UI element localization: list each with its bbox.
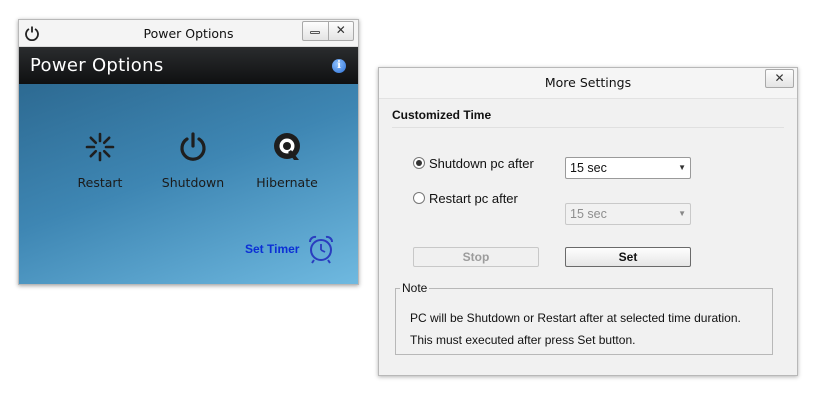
minimize-icon [310, 31, 320, 34]
section-divider [392, 127, 784, 128]
close-icon: ✕ [774, 71, 785, 85]
dropdown-arrow-icon: ▼ [678, 209, 686, 218]
restart-time-value: 15 sec [570, 207, 607, 221]
shutdown-option[interactable]: Shutdown [148, 129, 238, 190]
close-button[interactable]: ✕ [329, 22, 354, 40]
window-controls: ✕ [302, 21, 354, 41]
shutdown-label: Shutdown [161, 175, 225, 190]
minimize-button[interactable] [303, 22, 329, 40]
close-icon: ✕ [335, 23, 346, 37]
hibernate-icon [274, 133, 300, 160]
header-title: Power Options [30, 55, 164, 76]
shutdown-radio[interactable] [413, 157, 425, 169]
alarm-clock-icon[interactable] [306, 234, 336, 264]
shutdown-time-select[interactable]: 15 sec ▼ [565, 157, 691, 179]
close-button[interactable]: ✕ [765, 69, 794, 88]
power-options-window: Power Options ✕ Power Options i Restart … [18, 19, 359, 285]
note-legend: Note [400, 281, 430, 295]
info-icon[interactable]: i [332, 59, 346, 73]
more-settings-window: More Settings ✕ Customized Time Shutdown… [378, 67, 798, 376]
set-button[interactable]: Set [565, 247, 691, 267]
restart-radio-label: Restart pc after [429, 191, 518, 206]
note-text-line-1: PC will be Shutdown or Restart after at … [410, 311, 741, 325]
shutdown-radio-option[interactable]: Shutdown pc after [413, 156, 534, 171]
shutdown-radio-label: Shutdown pc after [429, 156, 534, 171]
restart-time-select[interactable]: 15 sec ▼ [565, 203, 691, 225]
stop-button[interactable]: Stop [413, 247, 539, 267]
title-bar: More Settings ✕ [379, 68, 797, 99]
note-group: Note PC will be Shutdown or Restart afte… [395, 281, 773, 355]
set-timer-link[interactable]: Set Timer [245, 242, 299, 256]
hibernate-option[interactable]: Hibernate [242, 129, 332, 190]
restart-radio-option[interactable]: Restart pc after [413, 191, 518, 206]
hibernate-label: Hibernate [256, 175, 318, 190]
shutdown-time-value: 15 sec [570, 161, 607, 175]
power-content: Restart Shutdown Hibernate Set Timer [19, 84, 358, 284]
restart-radio[interactable] [413, 192, 425, 204]
power-icon [180, 132, 206, 161]
note-text-line-2: This must executed after press Set butto… [410, 333, 636, 347]
restart-label: Restart [77, 175, 123, 190]
dropdown-arrow-icon: ▼ [678, 163, 686, 172]
section-title: Customized Time [392, 108, 492, 122]
header-band: Power Options i [19, 47, 358, 84]
window-title: More Settings [544, 75, 632, 90]
restart-icon [85, 132, 115, 162]
restart-option[interactable]: Restart [55, 129, 145, 190]
title-bar: Power Options ✕ [19, 20, 358, 47]
